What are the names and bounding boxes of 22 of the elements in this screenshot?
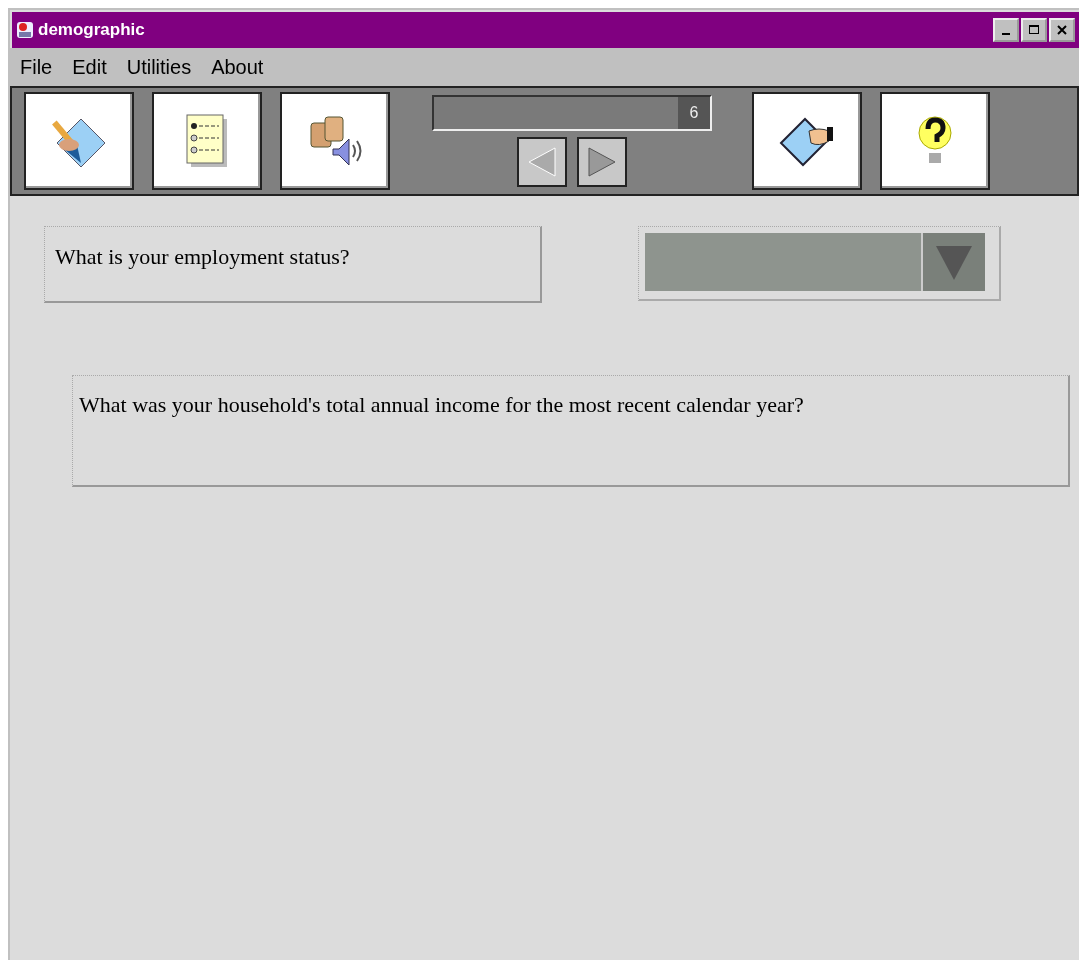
question-label: What was your household's total annual income for the most recent calendar year?: [72, 375, 1070, 487]
app-icon: [16, 21, 34, 39]
menu-item[interactable]: Edit: [72, 55, 107, 79]
menu-item[interactable]: Utilities: [126, 55, 192, 79]
close-icon: [1056, 24, 1068, 36]
window-title: demographic: [38, 20, 145, 40]
close-button[interactable]: [1049, 18, 1075, 42]
edit-button[interactable]: [24, 92, 134, 190]
maximize-button[interactable]: [1021, 18, 1047, 42]
minimize-icon: [1002, 33, 1010, 35]
menu-item[interactable]: About: [211, 55, 264, 79]
list-button[interactable]: [152, 92, 262, 190]
minimize-button[interactable]: [993, 18, 1019, 42]
question-label: What is your employment status?: [44, 226, 542, 303]
submit-button[interactable]: [752, 92, 862, 190]
previous-button[interactable]: [517, 137, 567, 187]
page-number: 6: [678, 97, 710, 129]
menu-item[interactable]: File: [20, 55, 53, 79]
next-button[interactable]: [577, 137, 627, 187]
maximize-icon: [1028, 24, 1040, 36]
help-button[interactable]: [880, 92, 990, 190]
speech-button[interactable]: [280, 92, 390, 190]
